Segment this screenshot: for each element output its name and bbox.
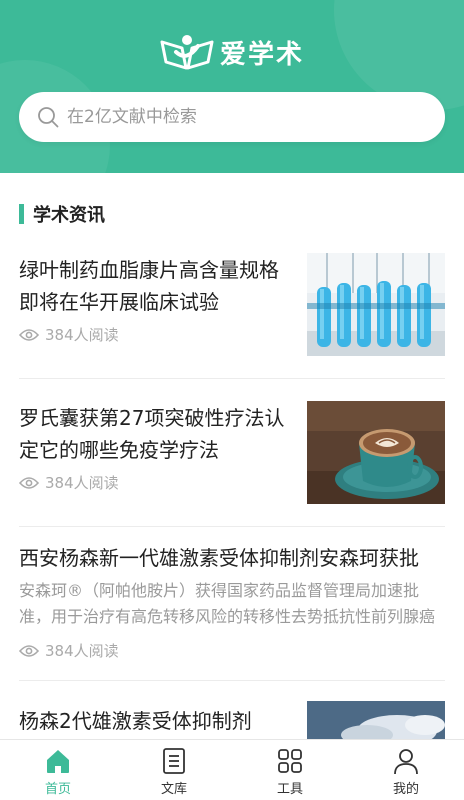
search-icon [38,107,59,128]
divider [19,378,445,379]
eye-icon [19,644,39,657]
section-header: 学术资讯 [19,202,105,226]
brand-name: 爱学术 [219,39,304,70]
search-input[interactable] [67,107,387,127]
news-item[interactable]: 罗氏囊获第27项突破性疗法认定它的哪些免疫学疗法 384人阅读 [19,401,445,506]
divider [19,526,445,527]
divider [19,680,445,681]
read-count-text: 384人阅读 [45,326,119,344]
nav-library[interactable]: 文库 [116,740,232,800]
news-thumbnail [307,253,445,356]
news-item[interactable]: 绿叶制药血脂康片高含量规格即将在华开展临床试验 384人阅读 [19,253,445,358]
nav-tools[interactable]: 工具 [232,740,348,800]
grid-icon [278,749,302,773]
news-title: 杨森2代雄激素受体抑制剂 [19,709,252,733]
section-accent-bar [19,204,24,224]
document-icon [163,748,185,774]
header: 爱学术 [0,0,464,173]
search-bar[interactable] [19,92,445,142]
news-item[interactable]: 杨森2代雄激素受体抑制剂 [19,701,445,739]
news-item[interactable]: 西安杨森新一代雄激素受体抑制剂安森珂获批 安森珂®（阿帕他胺片）获得国家药品监督… [19,542,445,664]
logo-book-icon [160,35,214,70]
read-count: 384人阅读 [19,640,119,661]
read-count: 384人阅读 [19,472,119,493]
news-title: 绿叶制药血脂康片高含量规格即将在华开展临床试验 [19,258,279,314]
app-logo: 爱学术 [0,30,464,74]
nav-profile[interactable]: 我的 [348,740,464,800]
nav-label: 工具 [276,782,303,797]
news-thumbnail [307,701,445,739]
user-icon [394,749,418,775]
news-thumbnail [307,401,445,504]
read-count-text: 384人阅读 [45,642,119,660]
nav-label: 我的 [392,782,419,797]
news-title: 罗氏囊获第27项突破性疗法认定它的哪些免疫学疗法 [19,406,285,462]
nav-home[interactable]: 首页 [0,740,116,800]
section-title: 学术资讯 [33,205,105,226]
home-icon [47,750,69,773]
bottom-nav: 首页 文库 工具 我的 [0,739,464,800]
news-summary: 安森珂®（阿帕他胺片）获得国家药品监督管理局加速批准，用于治疗有高危转移风险的转… [19,581,436,626]
eye-icon [19,476,39,489]
read-count: 384人阅读 [19,324,119,345]
nav-label: 首页 [44,782,71,797]
eye-icon [19,328,39,341]
nav-label: 文库 [160,782,187,797]
read-count-text: 384人阅读 [45,474,119,492]
news-title: 西安杨森新一代雄激素受体抑制剂安森珂获批 [19,546,419,570]
